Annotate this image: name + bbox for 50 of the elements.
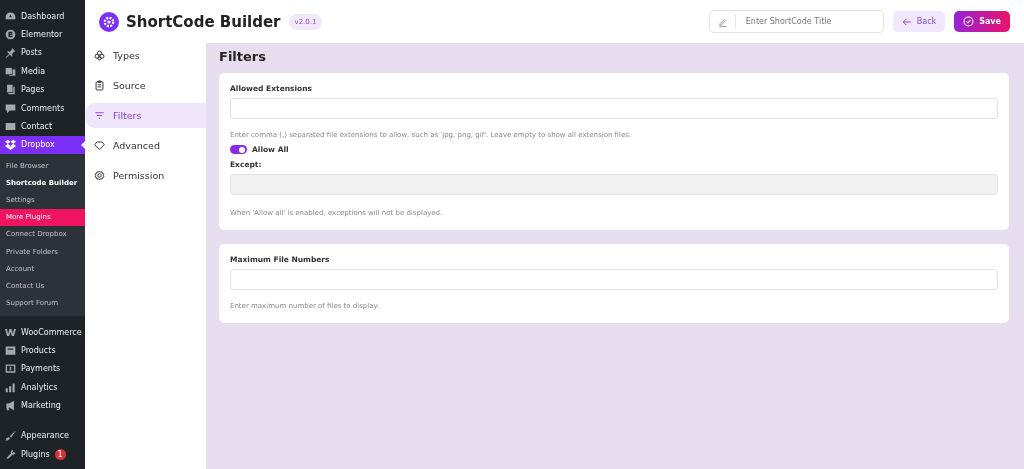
save-button[interactable]: Save	[954, 11, 1010, 32]
app-title: ShortCode Builder	[126, 12, 281, 31]
media-icon	[5, 65, 16, 77]
back-button[interactable]: Back	[892, 11, 946, 32]
pushpin-icon	[5, 47, 16, 59]
speech-bubble-icon	[5, 102, 16, 114]
menu-item[interactable]: WooCommerce	[0, 322, 85, 342]
menu-item[interactable]: Pages	[0, 80, 85, 99]
clipboard-icon	[94, 80, 105, 91]
archive-icon	[5, 344, 16, 356]
envelope-icon	[5, 121, 16, 133]
check-circle-icon	[963, 16, 975, 27]
megaphone-icon	[5, 400, 16, 412]
menu-item[interactable]: Posts	[0, 43, 85, 63]
menu-item[interactable]: Appearance	[0, 426, 85, 446]
menu-item[interactable]: Media	[0, 62, 85, 81]
count-badge: 1	[54, 448, 66, 460]
menu-item[interactable]: Plugins 1	[0, 445, 85, 464]
arrow-left-icon	[901, 16, 912, 27]
text-input-field[interactable]	[230, 269, 998, 290]
pages-icon	[5, 84, 16, 96]
nav-tab[interactable]: Permission	[85, 163, 206, 188]
bar-chart-icon	[5, 381, 16, 393]
menu-item[interactable]: Marketing	[0, 396, 85, 415]
letter-w-icon	[5, 326, 16, 338]
menu-item[interactable]: Dropbox	[0, 135, 85, 155]
filter-lines-icon	[94, 110, 105, 121]
menu-item[interactable]: Elementor	[0, 25, 85, 44]
title-field[interactable]: Enter ShortCode Title	[708, 10, 884, 33]
title-input-field[interactable]: Enter ShortCode Title	[743, 16, 878, 27]
menu-item[interactable]: Comments	[0, 98, 85, 118]
gear-icon	[94, 170, 105, 181]
page-title: Filters	[219, 49, 267, 64]
nav-tab[interactable]: Source	[85, 73, 206, 98]
gem-icon	[94, 140, 105, 151]
toggle-switch[interactable]	[230, 145, 247, 154]
gear-logo-icon	[99, 11, 119, 32]
menu-item[interactable]: Products	[0, 341, 85, 360]
menu-item[interactable]: Analytics	[0, 378, 85, 397]
letter-e-icon	[5, 29, 16, 41]
text-input-field[interactable]	[230, 98, 998, 119]
menu-item[interactable]: Dashboard	[0, 7, 85, 26]
gauge-icon	[5, 10, 16, 22]
flower-icon	[94, 50, 105, 61]
menu-item[interactable]: Contact	[0, 117, 85, 136]
nav-tab[interactable]: Types	[85, 43, 206, 68]
paintbrush-icon	[5, 430, 16, 442]
menu-item[interactable]: Payments	[0, 359, 85, 378]
nav-tab[interactable]: Advanced	[85, 133, 206, 158]
nav-tab[interactable]: Filters	[85, 103, 206, 128]
